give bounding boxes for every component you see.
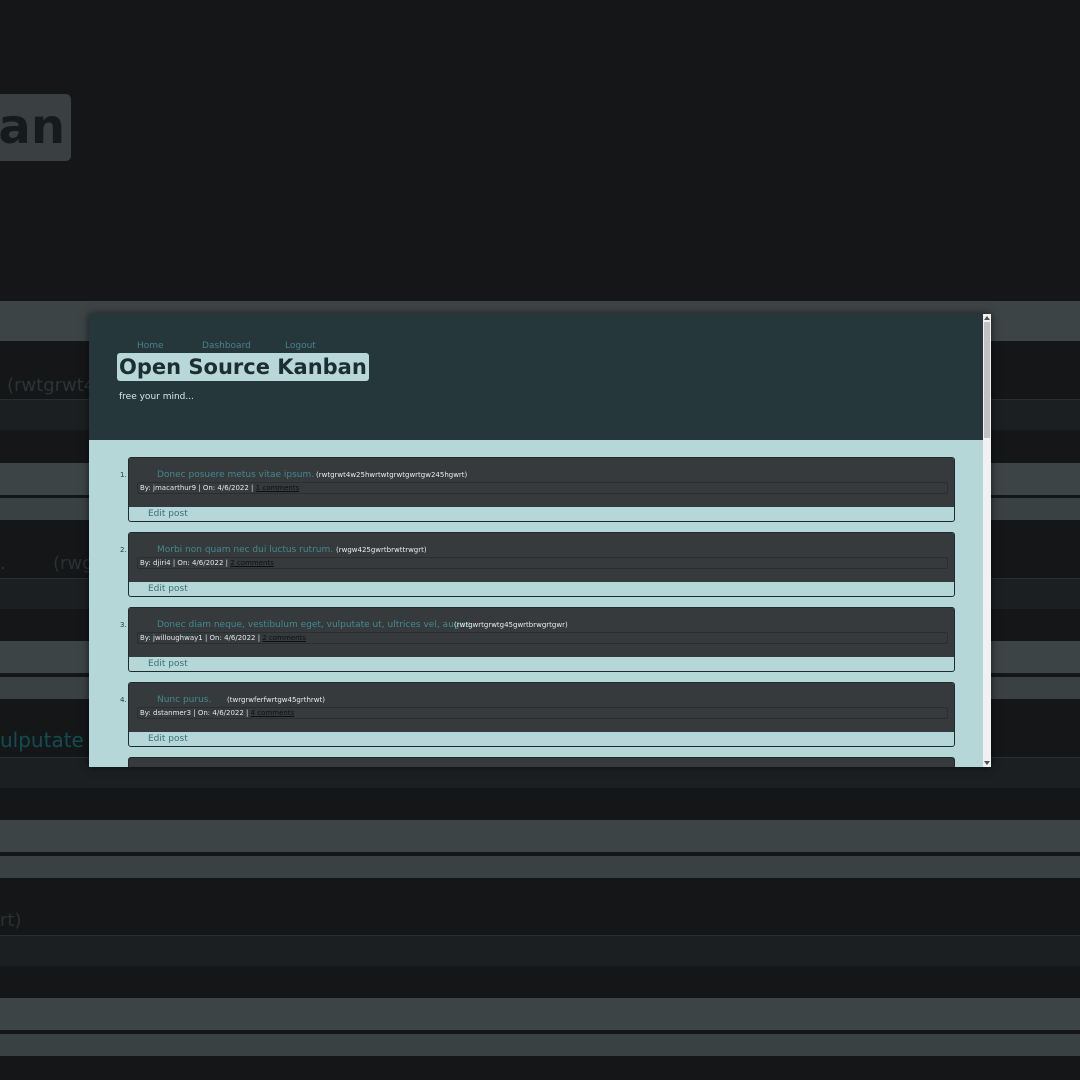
scrollbar-thumb[interactable] — [984, 322, 990, 438]
edit-post-link[interactable]: Edit post — [148, 509, 188, 519]
scroll-down-arrow-icon[interactable] — [984, 761, 990, 765]
nav-dashboard-link[interactable]: Dashboard — [202, 341, 251, 351]
site-title: Open Source Kanban — [117, 353, 369, 381]
post-title-link[interactable]: Morbi non quam nec dui luctus rutrum. — [157, 545, 333, 555]
post-title-link[interactable]: Donec diam neque, vestibulum eget, vulpu… — [157, 620, 474, 630]
post-card: Morbi non quam nec dui luctus rutrum. (r… — [128, 532, 955, 597]
post-code: (rwtgwrtgrwtg45gwrtbrwgrtgwr) — [454, 621, 568, 629]
post-card: Donec posuere metus vitae ipsum. (rwtgrw… — [128, 457, 955, 522]
post-number: 4. — [120, 696, 127, 704]
post-meta: By: jmacarthur9 | On: 4/6/2022 | 1 comme… — [137, 482, 948, 494]
site-header: Home Dashboard Logout Open Source Kanban… — [89, 314, 983, 440]
edit-post-link[interactable]: Edit post — [148, 584, 188, 594]
modal-window: Home Dashboard Logout Open Source Kanban… — [89, 314, 991, 767]
post-code: (rwtgrwt4w25hwrtwtgrwtgwrtgw245hgwrt) — [316, 471, 468, 479]
post-comments-link[interactable]: 4 comments — [251, 709, 295, 717]
nav-logout-link[interactable]: Logout — [285, 341, 316, 351]
post-card: Donec diam neque, vestibulum eget, vulpu… — [128, 607, 955, 672]
post-title-link[interactable]: Nunc purus. — [157, 695, 211, 705]
post-title-link[interactable]: Donec posuere metus vitae ipsum. — [157, 470, 314, 480]
site-tagline: free your mind... — [119, 392, 194, 402]
post-card: Nunc purus. (twrgrwferfwrtgw45grthrwt) B… — [128, 682, 955, 747]
background-text: (rwg — [53, 553, 94, 574]
post-meta: By: dstanmer3 | On: 4/6/2022 | 4 comment… — [137, 707, 948, 719]
background-row — [0, 1034, 1080, 1056]
post-comments-link[interactable]: 2 comments — [230, 559, 274, 567]
post-meta: By: djiri4 | On: 4/6/2022 | 2 comments — [137, 557, 948, 569]
modal-content: Home Dashboard Logout Open Source Kanban… — [89, 314, 983, 767]
background-row — [0, 820, 1080, 852]
background-link: ulputate u — [0, 728, 103, 752]
background-row — [0, 998, 1080, 1030]
background-site-title: oan — [0, 94, 71, 161]
post-meta-text: By: djiri4 | On: 4/6/2022 | — [140, 559, 228, 567]
background-row — [0, 935, 1080, 966]
post-card-body: Donec diam neque, vestibulum eget, vulpu… — [129, 608, 954, 657]
post-comments-link[interactable]: 1 comments — [256, 484, 300, 492]
background-text: rt) — [0, 910, 22, 931]
edit-post-link[interactable]: Edit post — [148, 659, 188, 669]
background-text: . — [0, 553, 6, 574]
post-card-body: Nunc purus. (twrgrwferfwrtgw45grthrwt) B… — [129, 683, 954, 732]
post-comments-link[interactable]: 2 comments — [262, 634, 306, 642]
post-number: 1. — [120, 471, 127, 479]
post-card-body: Donec posuere metus vitae ipsum. (rwtgrw… — [129, 458, 954, 507]
post-meta-text: By: jmacarthur9 | On: 4/6/2022 | — [140, 484, 254, 492]
post-code: (twrgrwferfwrtgw45grthrwt) — [227, 696, 325, 704]
post-code: (rwgw425gwrtbrwttrwgrt) — [336, 546, 427, 554]
post-meta-text: By: dstanmer3 | On: 4/6/2022 | — [140, 709, 249, 717]
post-meta-text: By: jwilloughway1 | On: 4/6/2022 | — [140, 634, 261, 642]
scroll-up-arrow-icon[interactable] — [984, 316, 990, 320]
post-card-body: Morbi non quam nec dui luctus rutrum. (r… — [129, 533, 954, 582]
modal-scrollbar[interactable] — [983, 314, 991, 767]
nav-home-link[interactable]: Home — [137, 341, 164, 351]
post-meta: By: jwilloughway1 | On: 4/6/2022 | 2 com… — [137, 632, 948, 644]
post-number: 3. — [120, 621, 127, 629]
post-card — [128, 757, 955, 767]
edit-post-link[interactable]: Edit post — [148, 734, 188, 744]
post-number: 2. — [120, 546, 127, 554]
background-row — [0, 856, 1080, 878]
